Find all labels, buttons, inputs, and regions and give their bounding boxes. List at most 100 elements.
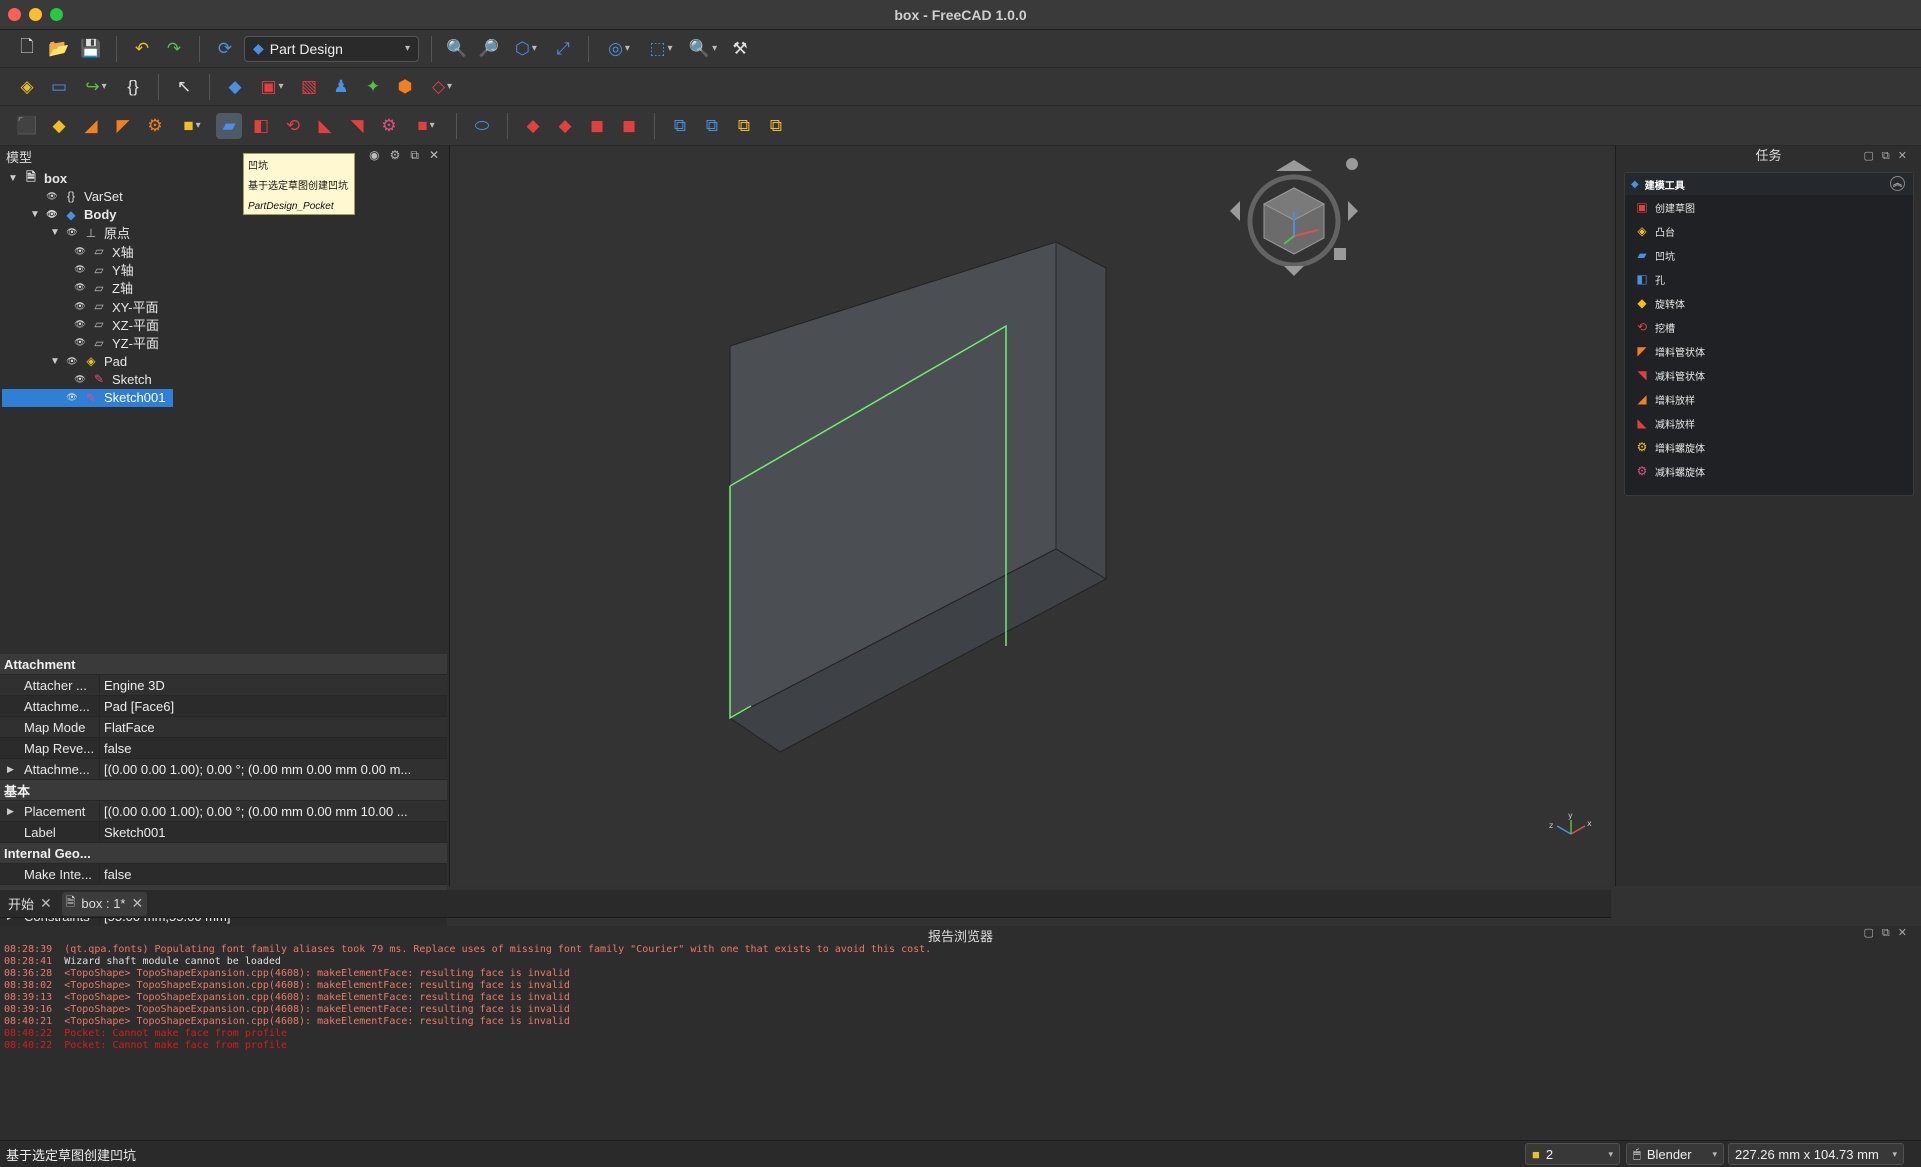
view-front-icon[interactable]: ⤢ <box>550 36 576 62</box>
selection-filter-icon[interactable]: ⬚ <box>643 36 679 62</box>
property-value[interactable]: [(0.00 0.00 1.00); 0.00 °; (0.00 mm 0.00… <box>100 762 445 777</box>
refresh-icon[interactable]: ⟳ <box>212 36 238 62</box>
visibility-eye-icon[interactable]: 👁 <box>46 209 58 220</box>
pad-icon[interactable]: ⬛ <box>14 113 40 139</box>
document-tab[interactable]: 开始 ✕ <box>4 892 56 916</box>
visibility-eye-icon[interactable]: 👁 <box>74 246 86 257</box>
linear-pattern-icon[interactable]: ⧉ <box>699 113 725 139</box>
task-item-subtractive-helix[interactable]: ⚙ 减料螺旋体 <box>1625 459 1913 483</box>
shape-binder-icon[interactable]: ✦ <box>360 74 386 100</box>
float-panel-icon[interactable]: ▢ <box>1864 150 1882 162</box>
expand-arrow-icon[interactable]: ▼ <box>50 227 60 238</box>
tree-item-z轴[interactable]: 👁 ▱ Z轴 <box>74 279 133 297</box>
close-tab-icon[interactable]: ✕ <box>132 895 144 912</box>
expand-arrow-icon[interactable]: ▼ <box>8 173 18 184</box>
close-icon[interactable]: ✕ <box>1898 927 1915 939</box>
property-value[interactable]: false <box>100 741 445 756</box>
property-value[interactable]: Sketch001 <box>100 825 445 840</box>
fit-all-icon[interactable]: 🔍 <box>444 36 470 62</box>
draft-icon[interactable]: ◼ <box>584 113 610 139</box>
open-file-icon[interactable]: 📂 <box>46 36 72 62</box>
task-item-pad[interactable]: ◈ 凸台 <box>1625 219 1913 243</box>
visibility-eye-icon[interactable]: 👁 <box>46 191 58 202</box>
layer-selector[interactable]: ■ 2 ▾ <box>1525 1143 1620 1165</box>
property-group-header[interactable]: 基本 <box>0 780 447 801</box>
workbench-selector[interactable]: ◆ Part Design ▾ <box>244 35 419 62</box>
sub-shape-icon[interactable]: ⬢ <box>392 74 418 100</box>
tree-item-box[interactable]: ▼ 🗎 box <box>8 169 67 187</box>
boolean-icon[interactable]: ⬭ <box>469 113 495 139</box>
visibility-eye-icon[interactable]: 👁 <box>74 319 86 330</box>
pocket-icon[interactable]: ▰ <box>216 112 242 139</box>
datum-icon[interactable]: ◇ <box>424 74 460 100</box>
property-group-header[interactable]: Attachment <box>0 654 447 675</box>
additive-helix-icon[interactable]: ⚙ <box>142 113 168 139</box>
document-tab[interactable]: 🗎 box : 1* ✕ <box>61 891 148 916</box>
property-row[interactable]: Attacher ... Engine 3D <box>0 675 447 696</box>
macro-braces-icon[interactable]: {} <box>120 74 146 100</box>
property-row[interactable]: Map Mode FlatFace <box>0 717 447 738</box>
hole-icon[interactable]: ◧ <box>248 113 274 139</box>
float-panel-icon[interactable]: ⧉ <box>410 148 419 163</box>
tree-item-varset[interactable]: 👁 {} VarSet <box>30 187 123 205</box>
task-item-hole[interactable]: ◧ 孔 <box>1625 267 1913 291</box>
property-value[interactable]: FlatFace <box>100 720 445 735</box>
tools-icon[interactable]: ⚒ <box>727 36 753 62</box>
tree-item-原点[interactable]: ▼ 👁 ⊥ 原点 <box>50 224 130 242</box>
report-log[interactable]: 08:28:39 (qt.qpa.fonts) Populating font … <box>0 944 1921 1052</box>
tree-item-sketch[interactable]: 👁 ✎ Sketch <box>74 370 151 388</box>
additive-loft-icon[interactable]: ◢ <box>78 113 104 139</box>
task-item-create-sketch[interactable]: ▣ 创建草图 <box>1625 195 1913 219</box>
tree-item-body[interactable]: ▼ 👁 ◆ Body <box>30 206 116 224</box>
dock-panel-icon[interactable]: ⧉ <box>1882 150 1898 162</box>
tree-item-xz-平面[interactable]: 👁 ▱ XZ-平面 <box>74 315 159 333</box>
visibility-eye-icon[interactable]: 👁 <box>74 264 86 275</box>
view-cube-icon[interactable]: ⬡ <box>508 36 544 62</box>
additive-primitive-icon[interactable]: ■ <box>174 113 210 139</box>
task-item-revolution[interactable]: ◆ 旋转体 <box>1625 291 1913 315</box>
property-row[interactable]: Label Sketch001 <box>0 822 447 843</box>
multi-transform-icon[interactable]: ⧉ <box>763 113 789 139</box>
box-side-face[interactable] <box>1055 241 1107 580</box>
chamfer-icon[interactable]: ◆ <box>552 113 578 139</box>
float-panel-icon[interactable]: ▢ <box>1864 927 1882 939</box>
task-item-pocket[interactable]: ▰ 凹坑 <box>1625 243 1913 267</box>
draw-style-icon[interactable]: ◎ <box>601 36 637 62</box>
close-tab-icon[interactable]: ✕ <box>40 895 52 912</box>
tree-item-xy-平面[interactable]: 👁 ▱ XY-平面 <box>74 297 158 315</box>
revolution-icon[interactable]: ◆ <box>46 113 72 139</box>
property-row[interactable]: Map Reve... false <box>0 738 447 759</box>
mirror-icon[interactable]: ⧉ <box>667 113 693 139</box>
tree-item-x轴[interactable]: 👁 ▱ X轴 <box>74 242 133 260</box>
expand-arrow-icon[interactable]: ▼ <box>50 356 60 367</box>
clone-icon[interactable]: ♟ <box>328 74 354 100</box>
visibility-eye-icon[interactable]: 👁 <box>74 337 86 348</box>
visibility-eye-icon[interactable]: 👁 <box>66 356 78 367</box>
3d-view[interactable]: x y z <box>451 146 1611 886</box>
fillet-icon[interactable]: ◆ <box>520 113 546 139</box>
task-item-additive-loft[interactable]: ◢ 增料放样 <box>1625 387 1913 411</box>
subtractive-loft-icon[interactable]: ◣ <box>312 113 338 139</box>
additive-pipe-icon[interactable]: ◤ <box>110 113 136 139</box>
task-item-subtractive-loft[interactable]: ◣ 减料放样 <box>1625 411 1913 435</box>
polar-pattern-icon[interactable]: ⧉ <box>731 113 757 139</box>
measure-icon[interactable]: 🔍 <box>685 36 721 62</box>
minimize-window-button[interactable] <box>29 8 42 21</box>
task-item-subtractive-pipe[interactable]: ◥ 减料管状体 <box>1625 363 1913 387</box>
expand-arrow-icon[interactable]: ▶ <box>7 806 14 817</box>
subtractive-helix-icon[interactable]: ⚙ <box>376 113 402 139</box>
property-row[interactable]: ▶ Attachme... [(0.00 0.00 1.00); 0.00 °; (… <box>0 759 447 780</box>
property-row[interactable]: ▶ Placement [(0.00 0.00 1.00); 0.00 °; (0.… <box>0 801 447 822</box>
undo-icon[interactable]: ↶ <box>129 36 155 62</box>
task-item-additive-helix[interactable]: ⚙ 增料螺旋体 <box>1625 435 1913 459</box>
property-value[interactable]: [(0.00 0.00 1.00); 0.00 °; (0.00 mm 0.00… <box>100 804 445 819</box>
property-row[interactable]: Make Inte... false <box>0 864 447 885</box>
visibility-eye-icon[interactable]: 👁 <box>74 374 86 385</box>
property-value[interactable]: Engine 3D <box>100 678 445 693</box>
task-item-groove[interactable]: ⟲ 挖槽 <box>1625 315 1913 339</box>
validate-sketch-icon[interactable]: ▧ <box>296 74 322 100</box>
tree-item-pad[interactable]: ▼ 👁 ◈ Pad <box>50 352 127 370</box>
dimension-display[interactable]: 227.26 mm x 104.73 mm ▾ <box>1728 1143 1904 1165</box>
expand-arrow-icon[interactable]: ▼ <box>30 209 40 220</box>
new-file-icon[interactable]: 🗋 <box>14 36 40 62</box>
